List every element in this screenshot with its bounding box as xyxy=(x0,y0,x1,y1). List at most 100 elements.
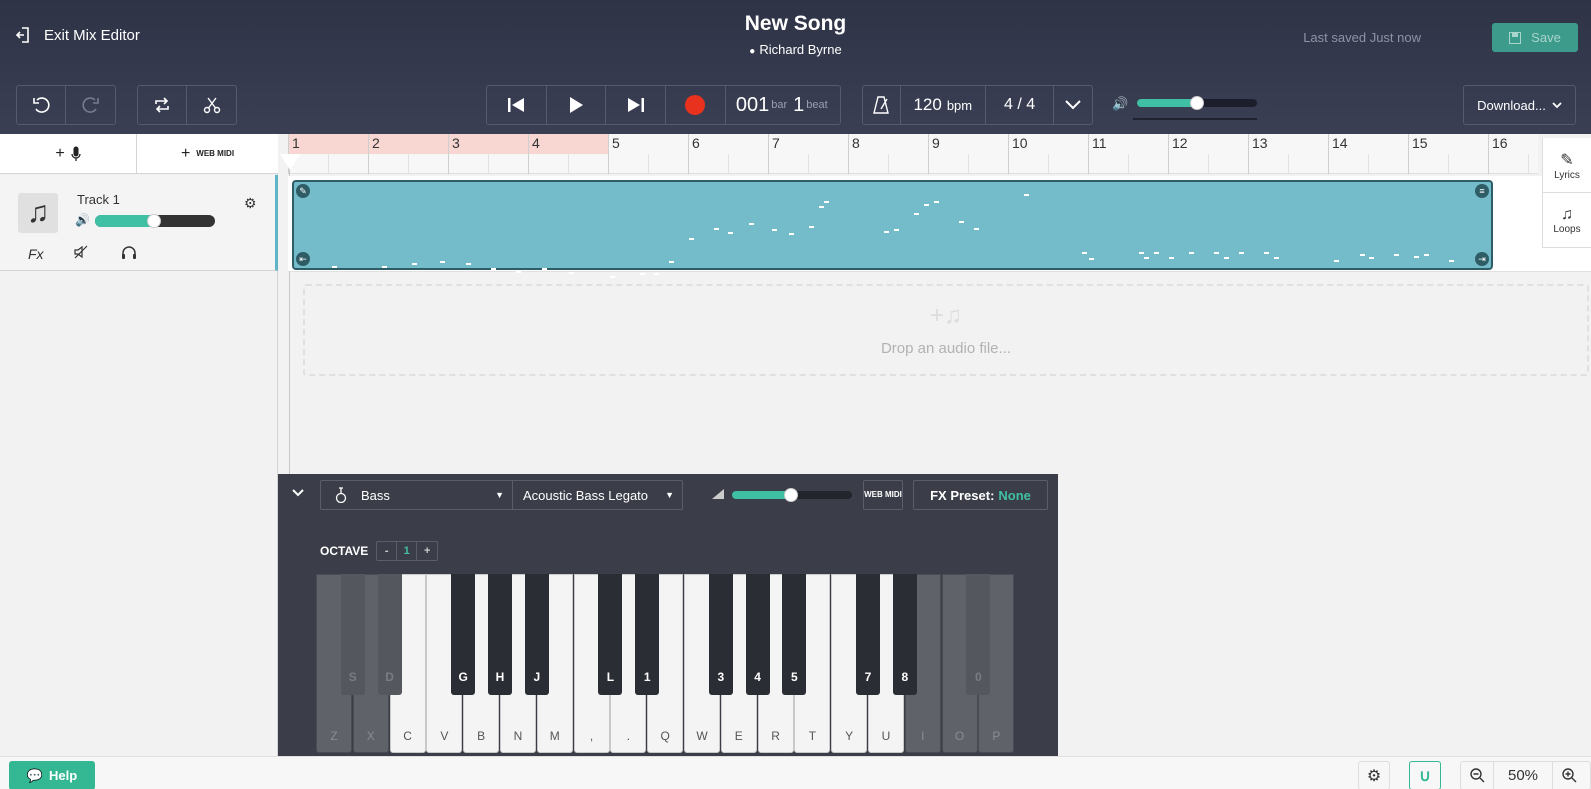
edit-clip-icon[interactable]: ✎ xyxy=(296,184,310,198)
midi-note[interactable] xyxy=(1274,257,1279,259)
black-key[interactable]: S xyxy=(340,574,365,695)
black-key[interactable]: G xyxy=(451,574,476,695)
midi-note[interactable] xyxy=(1224,257,1229,259)
midi-note[interactable] xyxy=(1360,254,1365,256)
timeline-ruler[interactable]: 1 2 3 4 5 6 7 8 9 10 11 12 13 14 15 16 xyxy=(288,134,1538,174)
midi-note[interactable] xyxy=(894,229,899,231)
midi-note[interactable] xyxy=(1189,252,1194,254)
midi-note[interactable] xyxy=(728,232,733,234)
track-volume-knob[interactable] xyxy=(147,214,161,228)
midi-note[interactable] xyxy=(1144,257,1149,259)
zoom-out-button[interactable] xyxy=(1461,762,1493,789)
web-midi-button[interactable]: WEB MIDI xyxy=(863,480,903,510)
cut-tool-button[interactable] xyxy=(187,86,236,124)
black-key[interactable]: L xyxy=(598,574,623,695)
fx-preset-button[interactable]: FX Preset: None xyxy=(913,480,1048,510)
midi-note[interactable] xyxy=(819,206,824,208)
black-key[interactable]: 3 xyxy=(708,574,733,695)
octave-up-button[interactable]: + xyxy=(417,542,437,560)
midi-note[interactable] xyxy=(440,261,445,263)
midi-note[interactable] xyxy=(516,271,521,273)
midi-note[interactable] xyxy=(569,272,574,274)
fx-button[interactable]: Fx xyxy=(28,246,44,262)
midi-note[interactable] xyxy=(1449,260,1454,262)
black-key[interactable]: 0 xyxy=(966,574,991,695)
track-name[interactable]: Track 1 xyxy=(77,192,120,207)
midi-note[interactable] xyxy=(610,276,615,278)
midi-note[interactable] xyxy=(669,261,674,263)
midi-note[interactable] xyxy=(1214,252,1219,254)
midi-note[interactable] xyxy=(749,223,754,225)
help-button[interactable]: 💬 Help xyxy=(9,761,95,789)
midi-note[interactable] xyxy=(914,213,919,215)
octave-down-button[interactable]: - xyxy=(377,542,398,560)
midi-note[interactable] xyxy=(924,204,929,206)
trim-start-icon[interactable]: ⇤ xyxy=(296,252,310,266)
midi-note[interactable] xyxy=(1369,257,1374,259)
black-key[interactable]: J xyxy=(524,574,549,695)
record-button[interactable] xyxy=(666,86,726,124)
master-volume-slider[interactable] xyxy=(1137,96,1257,110)
trim-end-icon[interactable]: ⇥ xyxy=(1475,252,1489,266)
midi-note[interactable] xyxy=(1089,258,1094,260)
midi-note[interactable] xyxy=(1154,252,1159,254)
black-key[interactable]: 1 xyxy=(635,574,660,695)
midi-note[interactable] xyxy=(809,226,814,228)
midi-note[interactable] xyxy=(542,268,547,270)
play-button[interactable] xyxy=(547,86,607,124)
mute-button[interactable] xyxy=(74,245,88,264)
add-audio-track-button[interactable]: + xyxy=(0,134,137,173)
midi-note[interactable] xyxy=(466,263,471,265)
midi-note[interactable] xyxy=(1139,252,1144,254)
instrument-volume-knob[interactable] xyxy=(784,488,798,502)
black-key[interactable]: 7 xyxy=(856,574,880,695)
midi-clip[interactable]: ✎ ≡ ⇤ ⇥ xyxy=(292,180,1493,278)
midi-note[interactable] xyxy=(959,221,964,223)
instrument-dropdown[interactable]: Bass ▼ xyxy=(321,481,513,509)
loops-tab[interactable]: ♫ Loops xyxy=(1543,193,1591,248)
skip-forward-button[interactable] xyxy=(606,86,666,124)
midi-note[interactable] xyxy=(772,229,777,231)
snap-to-grid-button[interactable]: ∪ xyxy=(1409,761,1441,789)
time-signature-field[interactable]: 4 / 4 xyxy=(986,86,1055,124)
midi-note[interactable] xyxy=(974,228,979,230)
midi-note[interactable] xyxy=(1239,252,1244,254)
audio-dropzone[interactable]: +♫ Drop an audio file... xyxy=(303,284,1589,376)
zoom-in-button[interactable] xyxy=(1553,762,1585,789)
midi-note[interactable] xyxy=(654,273,659,275)
midi-note[interactable] xyxy=(1394,254,1399,256)
skip-back-button[interactable] xyxy=(487,86,547,124)
midi-note[interactable] xyxy=(640,273,645,275)
midi-note[interactable] xyxy=(332,266,337,268)
black-key[interactable]: 4 xyxy=(745,574,770,695)
midi-note[interactable] xyxy=(412,263,417,265)
midi-note[interactable] xyxy=(689,238,694,240)
gear-icon[interactable]: ⚙ xyxy=(244,195,257,212)
midi-note[interactable] xyxy=(714,228,719,230)
midi-note[interactable] xyxy=(1424,254,1429,256)
preset-dropdown[interactable]: Acoustic Bass Legato ▼ xyxy=(513,481,682,509)
track-header[interactable]: ♫ Track 1 ⚙ 🔊 Fx xyxy=(0,175,278,271)
track-volume-slider[interactable] xyxy=(95,214,215,228)
metronome-button[interactable] xyxy=(863,86,901,124)
black-key[interactable]: 8 xyxy=(892,574,917,695)
midi-note[interactable] xyxy=(824,201,829,203)
black-key[interactable]: H xyxy=(488,574,512,695)
redo-button[interactable] xyxy=(66,86,115,124)
black-key[interactable]: 5 xyxy=(782,574,807,695)
tempo-options-button[interactable] xyxy=(1054,86,1092,124)
midi-note[interactable] xyxy=(382,266,387,268)
loop-button[interactable] xyxy=(138,86,187,124)
midi-note[interactable] xyxy=(1264,252,1269,254)
midi-note[interactable] xyxy=(1169,257,1174,259)
solo-button[interactable] xyxy=(121,245,137,264)
download-button[interactable]: Download... xyxy=(1463,85,1576,125)
master-volume-knob[interactable] xyxy=(1190,96,1204,110)
settings-button[interactable]: ⚙ xyxy=(1358,761,1390,789)
save-button[interactable]: Save xyxy=(1492,23,1578,52)
midi-note[interactable] xyxy=(1024,194,1029,196)
tempo-field[interactable]: 120 bpm xyxy=(901,86,986,124)
collapse-panel-button[interactable] xyxy=(292,484,304,502)
playhead-handle[interactable] xyxy=(280,154,300,170)
loop-clip-icon[interactable]: ≡ xyxy=(1475,184,1489,198)
